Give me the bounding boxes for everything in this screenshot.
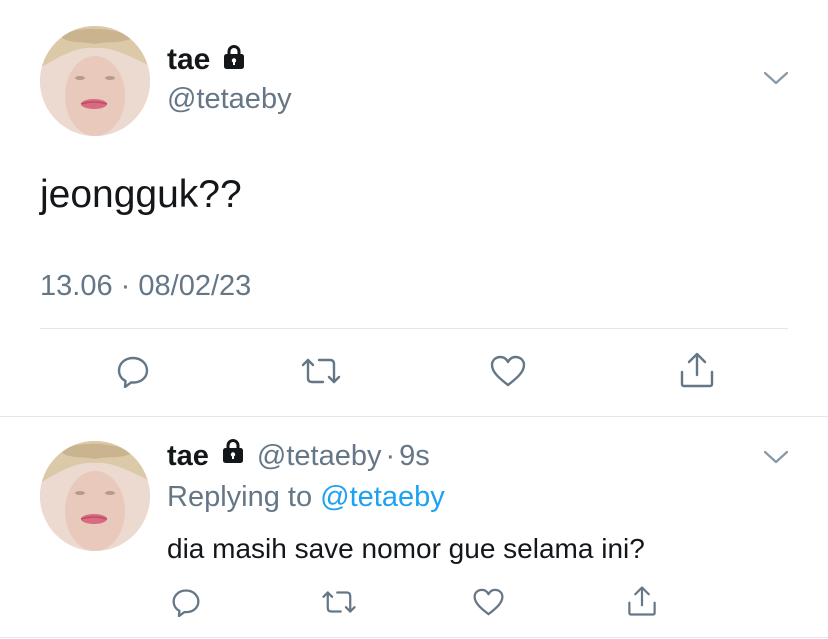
reply-share-button[interactable] xyxy=(624,583,660,619)
main-share-button[interactable] xyxy=(677,350,717,390)
main-retweet-button[interactable] xyxy=(298,351,344,391)
heart-icon xyxy=(472,588,504,616)
main-tweet-display-name[interactable]: tae xyxy=(167,43,210,77)
main-tweet-divider xyxy=(40,328,788,329)
reply-tweet-header: tae @tetaeby · 9s xyxy=(167,438,430,474)
lock-icon xyxy=(220,43,248,76)
main-tweet-time[interactable]: 13.06 xyxy=(40,270,113,302)
main-tweet-avatar[interactable] xyxy=(40,26,150,136)
share-upload-icon xyxy=(628,586,656,616)
reply-tweet-age[interactable]: 9s xyxy=(399,440,430,473)
reply-tweet-separator: · xyxy=(385,439,396,472)
retweet-icon xyxy=(322,591,356,613)
main-tweet-text: jeongguk?? xyxy=(40,173,242,216)
main-tweet-separator: · xyxy=(120,270,131,302)
retweet-icon xyxy=(301,358,341,384)
reply-retweet-button[interactable] xyxy=(319,584,359,620)
lock-icon xyxy=(219,437,247,473)
main-like-button[interactable] xyxy=(488,351,528,391)
replying-to-label: Replying to xyxy=(167,481,313,513)
reply-tweet-more-button[interactable] xyxy=(760,443,792,471)
replying-to-line: Replying to @tetaeby xyxy=(167,480,445,514)
main-tweet-timestamp: 13.06 · 08/02/23 xyxy=(40,268,251,304)
share-upload-icon xyxy=(680,352,714,388)
main-tweet-name-row: tae xyxy=(167,42,248,78)
main-tweet-date[interactable]: 08/02/23 xyxy=(138,270,251,302)
reply-tweet-display-name[interactable]: tae xyxy=(167,440,209,473)
heart-icon xyxy=(490,355,526,387)
main-reply-button[interactable] xyxy=(113,351,153,391)
chevron-down-icon xyxy=(763,71,789,85)
speech-bubble-icon xyxy=(172,589,200,617)
reply-reply-button[interactable] xyxy=(168,584,204,620)
reply-tweet-text: dia masih save nomor gue selama ini? xyxy=(167,533,645,564)
bottom-divider xyxy=(0,637,828,638)
chevron-down-icon xyxy=(763,450,789,464)
thread-divider xyxy=(0,416,828,417)
reply-tweet-handle[interactable]: @tetaeby xyxy=(257,440,382,473)
replying-to-handle-link[interactable]: @tetaeby xyxy=(320,481,445,513)
speech-bubble-icon xyxy=(117,356,149,388)
reply-tweet-avatar[interactable] xyxy=(40,441,150,551)
reply-like-button[interactable] xyxy=(470,584,506,620)
main-tweet-handle[interactable]: @tetaeby xyxy=(167,82,292,116)
main-tweet-more-button[interactable] xyxy=(760,64,792,92)
